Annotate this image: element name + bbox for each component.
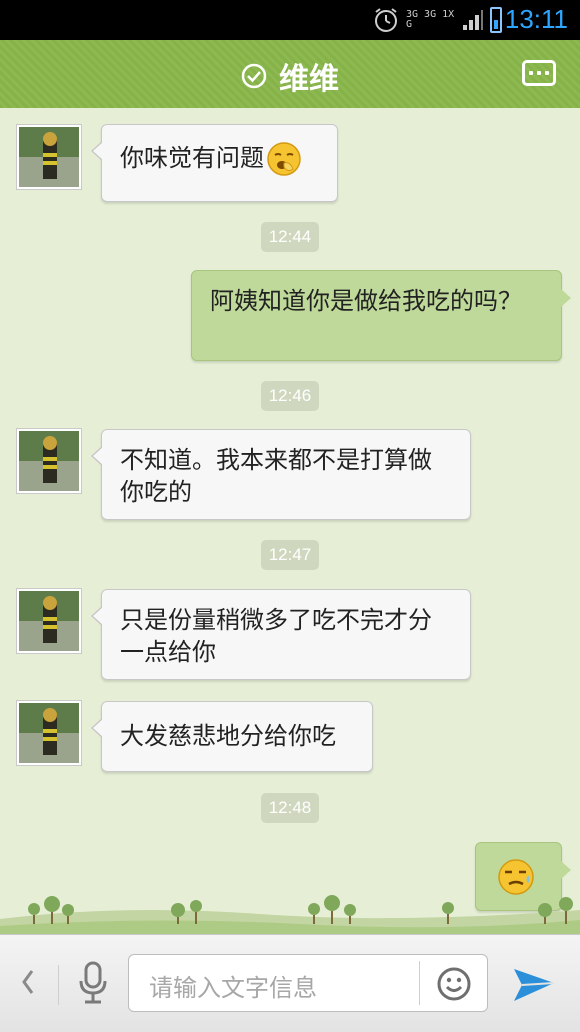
status-bar: 3G 3G 1X G 13:11 bbox=[0, 0, 580, 40]
avatar-photo bbox=[19, 127, 79, 187]
message-timestamp: 12:48 bbox=[261, 793, 319, 823]
battery-icon bbox=[490, 7, 502, 33]
back-chevron-icon[interactable] bbox=[18, 967, 38, 997]
microphone-icon[interactable] bbox=[76, 961, 110, 1005]
smiley-icon[interactable] bbox=[437, 967, 471, 1001]
chat-header: 维维 bbox=[0, 40, 580, 114]
message-bubble-incoming[interactable]: 只是份量稍微多了吃不完才分一点给你 bbox=[91, 589, 471, 680]
chat-message-list[interactable]: 你味觉有问题 12:44 阿姨知道你是做给我吃的吗？ 12:46 不知道。我本来… bbox=[0, 108, 580, 934]
verified-check-icon bbox=[241, 63, 267, 89]
message-input[interactable]: 请输入文字信息 bbox=[128, 954, 488, 1012]
message-bubble-incoming[interactable]: 不知道。我本来都不是打算做你吃的 bbox=[91, 429, 471, 520]
header-title-group: 维维 bbox=[0, 54, 580, 98]
send-icon[interactable] bbox=[512, 965, 556, 1005]
signal-strength-icon bbox=[463, 10, 483, 30]
message-text: 大发慈悲地分给你吃 bbox=[120, 722, 336, 750]
message-text: 你味觉有问题 bbox=[120, 144, 264, 172]
divider bbox=[58, 965, 59, 1005]
status-icons: 3G 3G 1X G bbox=[372, 6, 502, 34]
status-time: 13:11 bbox=[504, 4, 568, 34]
message-bubble-incoming[interactable]: 你味觉有问题 bbox=[91, 124, 338, 202]
alarm-clock-icon bbox=[375, 8, 397, 32]
message-text: 只是份量稍微多了吃不完才分一点给你 bbox=[120, 606, 432, 666]
avatar-photo bbox=[19, 591, 79, 651]
message-bubble-incoming[interactable]: 大发慈悲地分给你吃 bbox=[91, 701, 373, 772]
avatar[interactable] bbox=[16, 700, 82, 766]
avatar-photo bbox=[19, 703, 79, 763]
avatar[interactable] bbox=[16, 428, 82, 494]
avatar[interactable] bbox=[16, 588, 82, 654]
message-timestamp: 12:46 bbox=[261, 381, 319, 411]
input-placeholder: 请输入文字信息 bbox=[149, 974, 317, 1002]
avatar-photo bbox=[19, 431, 79, 491]
more-dots-icon bbox=[529, 71, 533, 75]
chat-title: 维维 bbox=[279, 63, 339, 96]
message-text: 不知道。我本来都不是打算做你吃的 bbox=[120, 446, 432, 506]
message-timestamp: 12:47 bbox=[261, 540, 319, 570]
message-bubble-outgoing[interactable]: 阿姨知道你是做给我吃的吗？ bbox=[191, 270, 571, 361]
message-timestamp: 12:44 bbox=[261, 222, 319, 252]
message-input-bar: 请输入文字信息 bbox=[0, 934, 580, 1032]
more-options-button[interactable] bbox=[522, 60, 556, 86]
network-type-label: 3G 3G 1X G bbox=[406, 9, 455, 30]
divider bbox=[419, 961, 420, 1005]
avatar[interactable] bbox=[16, 124, 82, 190]
hills-decoration bbox=[0, 895, 580, 934]
yawn-emoji-icon bbox=[267, 142, 301, 176]
message-text: 阿姨知道你是做给我吃的吗？ bbox=[210, 287, 522, 315]
